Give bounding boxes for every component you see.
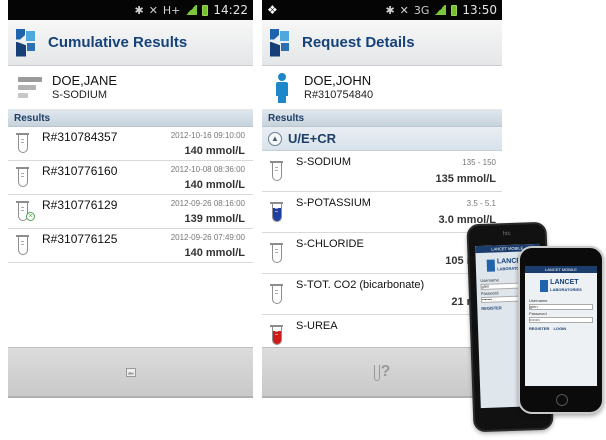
bluetooth-icon: ✱ [385,3,395,17]
result-row[interactable]: R#310784357 2012-10-16 09:10:00 140 mmol/L [8,127,253,161]
mute-icon: ✕ [399,3,409,17]
mini-buttons: REGISTER LOGIN [529,326,567,331]
request-id: R#310776160 [42,164,118,178]
iphone-image: LANCET MOBILE LANCET LABORATORIES Usernam… [518,246,604,414]
test-tube-icon [270,284,283,304]
test-row[interactable]: S-TOT. CO2 (bicarbonate)21 -21 mmol [262,274,502,315]
bottom-action-bar[interactable] [8,347,253,398]
request-number: R#310754840 [304,89,374,101]
mute-icon: ✕ [148,3,158,17]
result-value: 140 mmol/L [184,179,245,191]
iphone-screen: LANCET MOBILE LANCET LABORATORIES Usernam… [525,266,597,386]
test-name: S-CHLORIDE [296,238,364,250]
result-date: 2012-09-26 08:16:00 [170,199,245,208]
test-tube-icon [16,133,29,153]
test-tube-icon [270,243,283,263]
patient-header: DOE,JANE S-SODIUM [8,66,253,110]
patient-header: DOE,JOHN R#310754840 [262,66,502,110]
tube-question-icon[interactable]: ? [373,363,390,381]
battery-icon [202,4,209,16]
cumulative-results-screen: ✱ ✕ H+ 14:22 Cumulative Results DOE,JANE… [8,0,253,401]
mini-password-label: Password [529,311,547,316]
section-header: Results [8,110,253,127]
reference-range: 135 - 150 [462,158,496,167]
result-row[interactable]: × R#310776129 2012-09-26 08:16:00 139 mmol/… [8,195,253,229]
mini-app-title: LANCET MOBILE [525,266,597,273]
dropbox-icon: ❖ [267,3,278,17]
results-list: R#310784357 2012-10-16 09:10:00 140 mmol/L… [8,127,253,263]
result-date: 2012-10-16 09:10:00 [170,131,245,140]
request-id: R#310784357 [42,130,118,144]
bottom-action-bar[interactable]: ? [262,347,502,398]
test-name: S-POTASSIUM [296,197,371,209]
network-type: H+ [162,3,181,17]
lancet-logo-icon [270,28,290,57]
request-id: R#310776129 [42,198,118,212]
test-tube-icon [16,235,29,255]
app-screenshots: ✱ ✕ H+ 14:22 Cumulative Results DOE,JANE… [0,0,606,440]
test-row[interactable]: S-SODIUM 135 - 150 135 mmol/L [262,151,502,192]
result-date: 2012-10-08 08:36:00 [170,165,245,174]
test-name: S-TOT. CO2 (bicarbonate) [296,279,425,291]
page-title: Request Details [302,34,415,51]
result-row[interactable]: R#310776160 2012-10-08 08:36:00 140 mmol/L [8,161,253,195]
status-bar: ❖ ✱ ✕ 3G 13:50 [262,0,502,20]
status-bar: ✱ ✕ H+ 14:22 [8,0,253,20]
mini-password-field: ••••••• [529,317,593,323]
test-row[interactable]: S-POTASSIUM 3.5 - 5.1 3.0 mmol/L [262,192,502,233]
htc-brand-logo: htc [502,230,511,238]
status-time: 14:22 [213,3,248,17]
chart-bars-icon [18,77,42,98]
test-tube-icon [270,325,283,345]
result-value: 140 mmol/L [184,247,245,259]
result-value: 140 mmol/L [184,145,245,157]
image-icon[interactable] [125,367,136,377]
result-row[interactable]: R#310776125 2012-09-26 07:49:00 140 mmol/L [8,229,253,263]
mini-username-label: Username [529,298,548,303]
signal-icon [185,5,198,15]
title-bar: Request Details [262,20,502,66]
patient-name: DOE,JOHN [304,73,372,88]
test-name: S-UREA [296,320,338,332]
test-name: S-SODIUM [52,89,107,101]
test-tube-icon [16,167,29,187]
chevron-up-icon[interactable]: ▲ [268,131,282,146]
request-details-screen: ❖ ✱ ✕ 3G 13:50 Request Details DOE,JOHN … [262,0,502,401]
flag-icon: × [26,212,35,221]
group-name: U/E+CR [288,131,337,146]
network-type: 3G [413,3,430,17]
section-header: Results [262,110,502,127]
home-button [556,394,568,406]
test-tube-icon [270,202,283,222]
lancet-logo-icon [16,28,36,57]
test-value: 135 mmol/L [435,173,496,185]
test-group-header[interactable]: ▲ U/E+CR [262,127,502,151]
mini-username-field: glen [529,304,593,310]
test-name: S-SODIUM [296,156,351,168]
page-title: Cumulative Results [48,34,188,51]
title-bar: Cumulative Results [8,20,253,66]
result-date: 2012-09-26 07:49:00 [170,233,245,242]
patient-name: DOE,JANE [52,73,118,88]
status-time: 13:50 [462,3,497,17]
bluetooth-icon: ✱ [134,3,144,17]
reference-range: 3.5 - 5.1 [466,199,496,208]
test-tube-icon [270,161,283,181]
mini-lancet-logo: LANCET LABORATORIES [531,277,591,295]
result-value: 139 mmol/L [184,213,245,225]
request-id: R#310776125 [42,232,118,246]
test-list: S-SODIUM 135 - 150 135 mmol/L S-POTASSIUM 3.… [262,151,502,356]
signal-icon [434,5,447,15]
battery-icon [451,4,458,16]
person-icon [272,72,292,103]
